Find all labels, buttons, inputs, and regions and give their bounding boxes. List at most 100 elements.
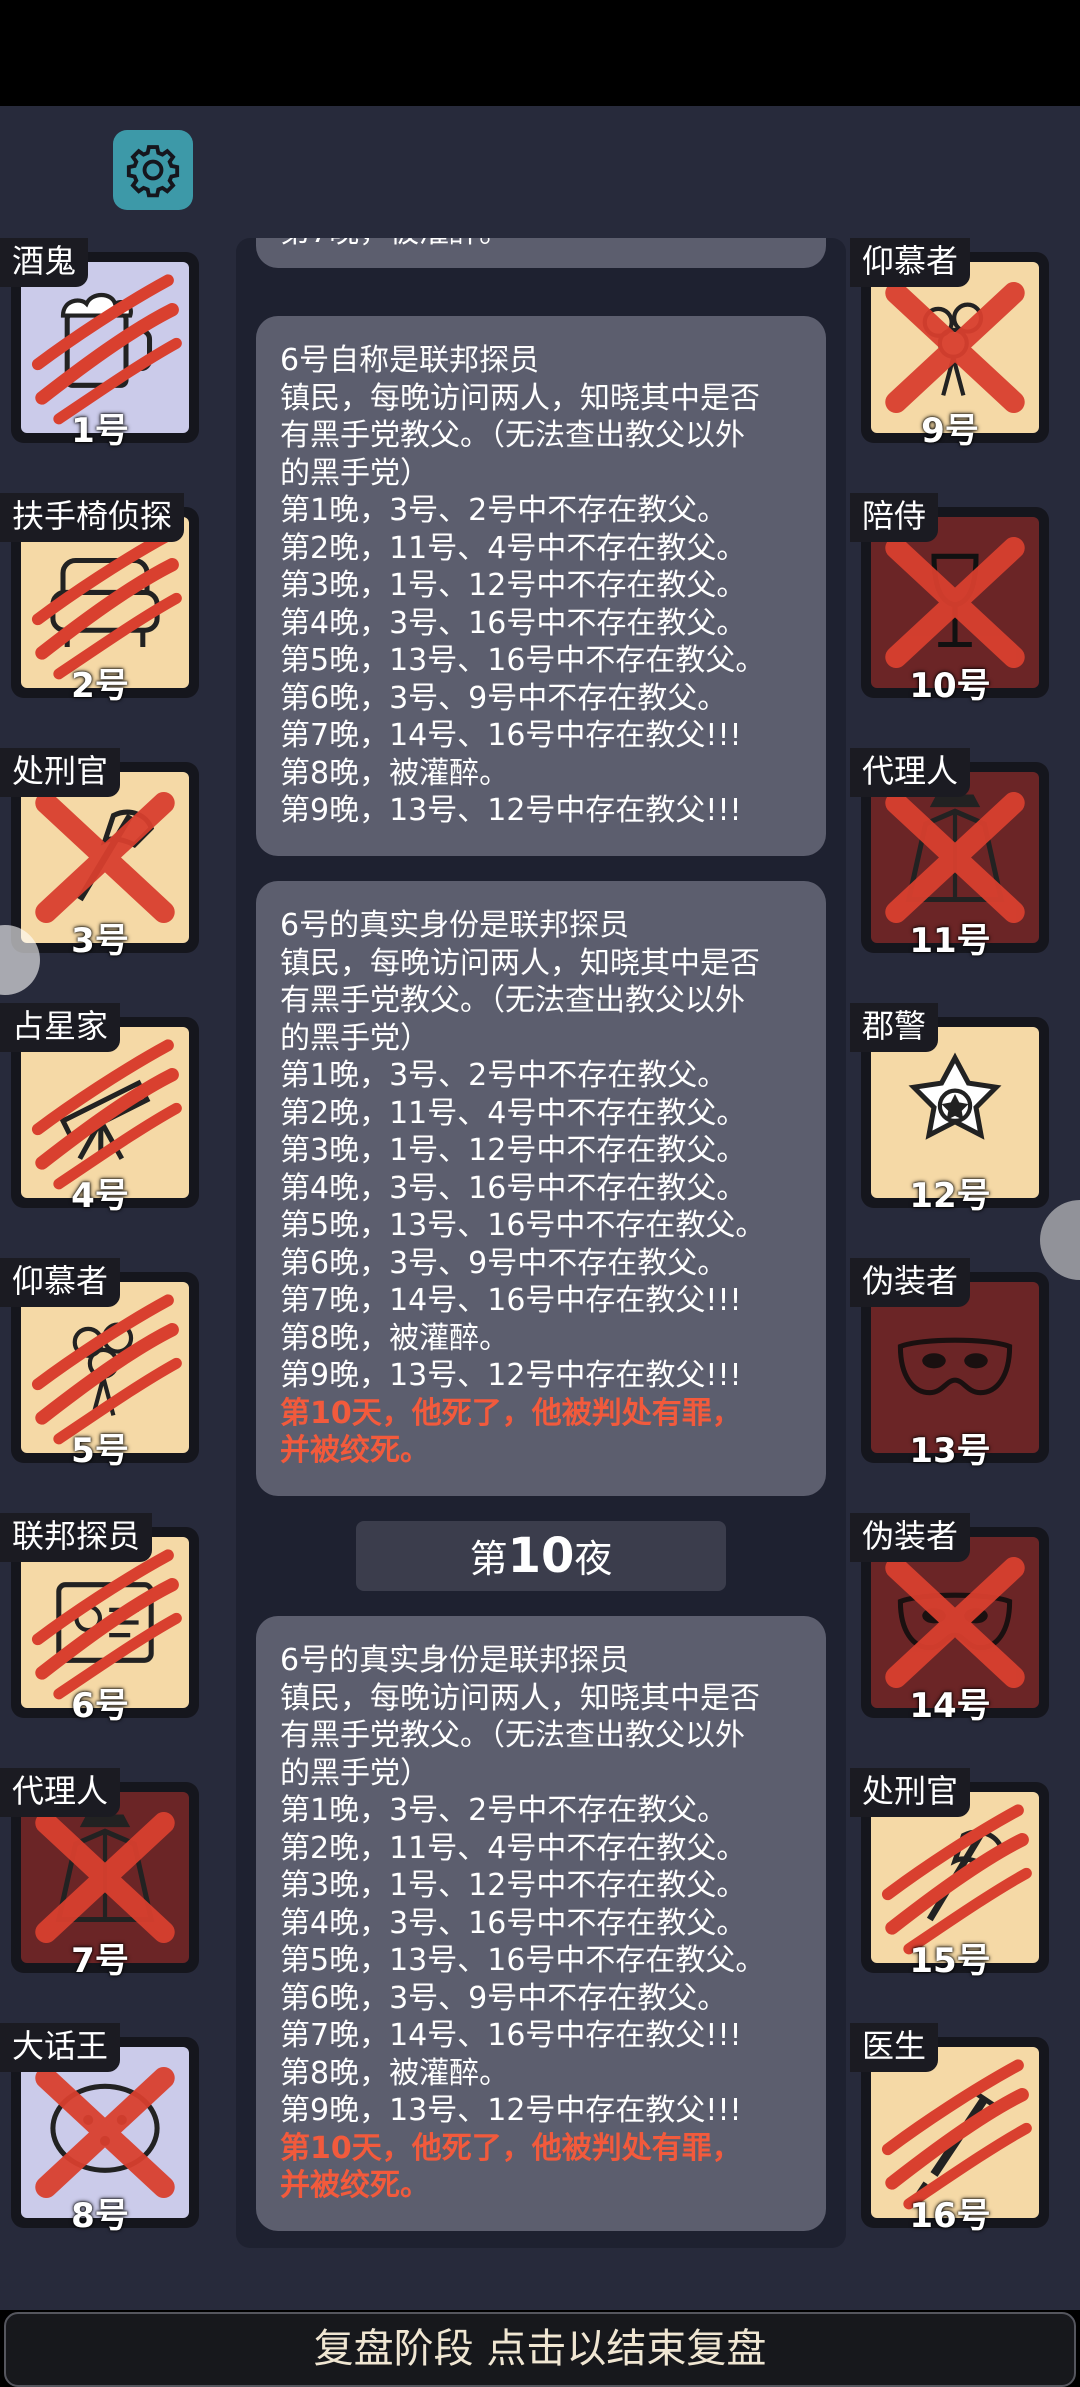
role-card-face	[871, 1282, 1039, 1453]
night-number: 10	[507, 1528, 575, 1584]
eliminated-cross-icon	[885, 281, 1025, 414]
role-name: 占星家	[0, 1003, 121, 1052]
eliminated-cross-icon	[35, 791, 175, 924]
message-line: 第6晚，3号、9号中不存在教父。	[280, 680, 728, 716]
player-card[interactable]: 酒鬼 1号	[0, 238, 200, 451]
role-name: 酒鬼	[0, 238, 89, 287]
message-line: 第2晚，11号、4号中不存在教父。	[280, 1095, 747, 1131]
message-line: 第9晚，13号、12号中存在教父!!!	[280, 793, 742, 828]
message-line: 的黑手党）	[280, 455, 430, 491]
claw-scratch-icon	[31, 1039, 182, 1190]
player-card[interactable]: 占星家 4号	[0, 1003, 200, 1216]
message-line: 6号自称是联邦探员	[280, 343, 540, 378]
player-card[interactable]: 郡警 12号	[850, 1003, 1050, 1216]
role-card-face	[871, 772, 1039, 943]
message-line: 第5晚，13号、16号中不存在教父。	[280, 1208, 766, 1243]
sheriff-star-icon	[908, 1052, 1002, 1140]
message-line: 第1晚，3号、2号中不存在教父。	[280, 1058, 728, 1093]
role-card-face	[21, 517, 189, 688]
seat-number: 14号	[909, 1686, 991, 1726]
settings-button[interactable]	[113, 130, 193, 210]
message-line: 有黑手党教父。（无法查出教父以外	[280, 418, 745, 453]
role-card-face	[21, 1027, 189, 1198]
death-line: 并被绞死。	[280, 1433, 430, 1468]
message-bubble-claim: 6号自称是联邦探员 镇民，每晚访问两人，知晓其中是否 有黑手党教父。（无法查出教父以…	[256, 316, 826, 856]
message-line: 第1晚，3号、2号中不存在教父。	[280, 493, 728, 528]
message-line: 第7晚，被灌醉。	[280, 238, 802, 250]
player-card[interactable]: 大话王 8号	[0, 2023, 200, 2236]
seat-number: 11号	[909, 921, 991, 961]
role-name: 仰慕者	[0, 1258, 121, 1307]
role-card-face	[871, 1027, 1039, 1198]
message-line: 第8晚，被灌醉。	[280, 2055, 510, 2091]
review-feed[interactable]: 第7晚，被灌醉。 6号自称是联邦探员镇民，每晚访问两人，知晓其中是否有黑手党教父…	[236, 238, 846, 2248]
message-line: 镇民，每晚访问两人，知晓其中是否	[280, 380, 760, 416]
player-card[interactable]: 处刑官 15号	[850, 1768, 1050, 1981]
player-card[interactable]: 医生 16号	[850, 2023, 1050, 2236]
role-name: 伪装者	[850, 1513, 971, 1562]
message-line: 第4晚，3号、16号中不存在教父。	[280, 1905, 747, 1941]
role-name: 扶手椅侦探	[0, 493, 185, 542]
player-card[interactable]: 联邦探员 6号	[0, 1513, 200, 1726]
role-card-face	[21, 1282, 189, 1453]
mask-icon	[897, 1337, 1013, 1396]
message-line: 第6晚，3号、9号中不存在教父。	[280, 1980, 728, 2016]
end-review-button[interactable]: 复盘阶段 点击以结束复盘	[4, 2312, 1076, 2387]
seat-number: 6号	[71, 1686, 129, 1726]
message-line: 第9晚，13号、12号中存在教父!!!	[280, 1358, 742, 1393]
message-line: 第3晚，1号、12号中不存在教父。	[280, 568, 747, 603]
seat-number: 10号	[909, 666, 991, 706]
role-name: 处刑官	[0, 748, 121, 797]
seat-number: 8号	[71, 2196, 129, 2236]
message-line: 第3晚，1号、12号中不存在教父。	[280, 1868, 747, 1903]
seat-number: 1号	[71, 411, 129, 451]
claw-scratch-icon	[881, 1804, 1032, 1955]
claw-scratch-icon	[31, 1294, 182, 1445]
night-banner: 第10夜	[356, 1521, 726, 1591]
player-card[interactable]: 伪装者 13号	[850, 1258, 1050, 1471]
eliminated-cross-icon	[885, 791, 1025, 924]
player-card[interactable]: 陪侍 10号	[850, 493, 1050, 706]
message-line: 第4晚，3号、16号中不存在教父。	[280, 605, 747, 641]
message-line: 的黑手党）	[280, 1755, 430, 1791]
message-line: 第2晚，11号、4号中不存在教父。	[280, 530, 747, 566]
seat-number: 7号	[71, 1941, 129, 1981]
claw-scratch-icon	[31, 274, 182, 425]
player-card[interactable]: 处刑官 3号	[0, 748, 200, 961]
role-name: 处刑官	[850, 1768, 971, 1817]
claw-scratch-icon	[31, 1549, 182, 1700]
player-card[interactable]: 伪装者 14号	[850, 1513, 1050, 1726]
seat-number: 4号	[71, 1176, 129, 1216]
eliminated-cross-icon	[885, 1556, 1025, 1689]
player-card[interactable]: 仰慕者 5号	[0, 1258, 200, 1471]
role-card-face	[21, 262, 189, 433]
message-bubble-true-identity: 6号的真实身份是联邦探员 镇民，每晚访问两人，知晓其中是否 有黑手党教父。（无法查出…	[256, 881, 826, 1496]
claw-scratch-icon	[31, 529, 182, 680]
player-card[interactable]: 仰慕者 9号	[850, 238, 1050, 451]
message-line: 第5晚，13号、16号中不存在教父。	[280, 1943, 766, 1978]
role-card-face	[871, 1792, 1039, 1963]
role-card-face	[871, 517, 1039, 688]
player-card[interactable]: 代理人 7号	[0, 1768, 200, 1981]
claw-scratch-icon	[881, 2059, 1032, 2210]
message-line: 第8晚，被灌醉。	[280, 1320, 510, 1356]
night-suffix: 夜	[574, 1537, 613, 1581]
eliminated-cross-icon	[35, 1811, 175, 1944]
death-line: 并被绞死。	[280, 2168, 430, 2203]
message-line: 第7晚，14号、16号中存在教父!!!	[280, 718, 742, 753]
player-card[interactable]: 扶手椅侦探 2号	[0, 493, 200, 706]
seat-number: 9号	[921, 411, 979, 451]
seat-number: 12号	[909, 1176, 991, 1216]
role-card-face	[871, 262, 1039, 433]
message-line: 6号的真实身份是联邦探员	[280, 1643, 630, 1678]
role-name: 仰慕者	[850, 238, 971, 287]
role-name: 联邦探员	[0, 1513, 153, 1562]
player-card[interactable]: 代理人 11号	[850, 748, 1050, 961]
message-line: 第3晚，1号、12号中不存在教父。	[280, 1133, 747, 1168]
seat-number: 15号	[909, 1941, 991, 1981]
seat-number: 13号	[909, 1431, 991, 1471]
gear-icon	[126, 145, 180, 198]
message-line: 有黑手党教父。（无法查出教父以外	[280, 1718, 745, 1753]
message-line: 第2晚，11号、4号中不存在教父。	[280, 1830, 747, 1866]
role-card-face	[21, 1792, 189, 1963]
